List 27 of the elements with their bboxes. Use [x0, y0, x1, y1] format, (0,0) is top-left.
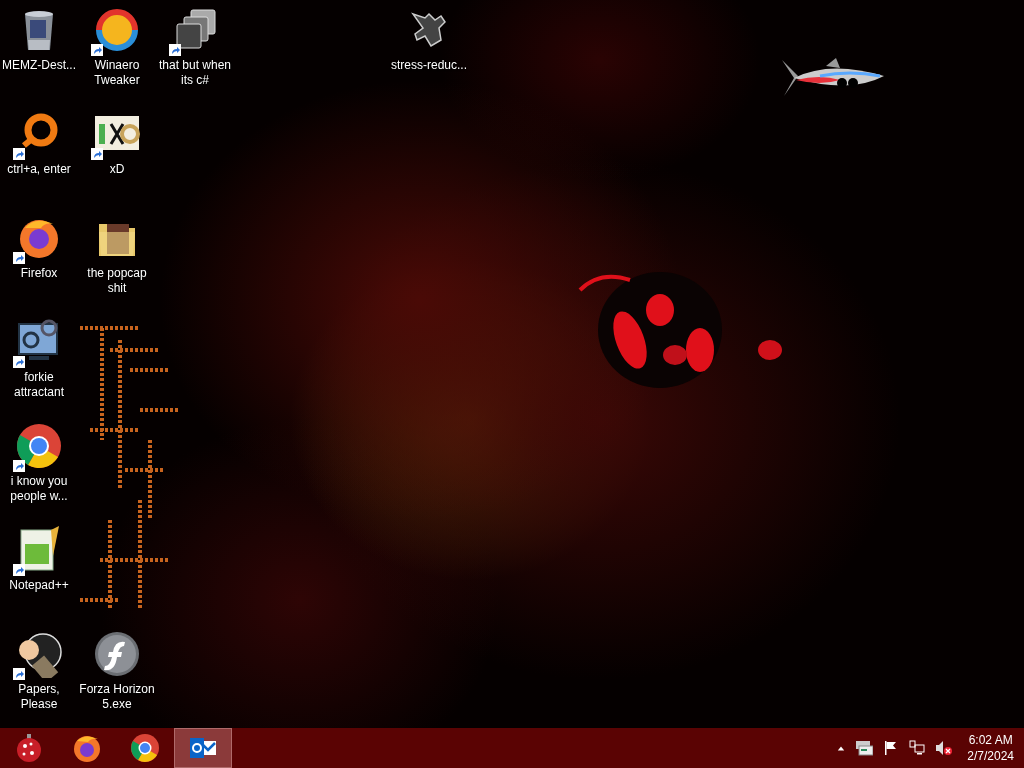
envelope-stack-icon[interactable] [855, 740, 874, 756]
icon-label[interactable]: Firefox [20, 266, 58, 281]
chrome-icon [130, 733, 160, 763]
speaker-muted-icon[interactable] [935, 740, 954, 756]
ornament-icon [14, 733, 44, 763]
icon-label[interactable]: Winaero Tweaker [78, 58, 156, 88]
icon-label[interactable]: ctrl+a, enter [7, 162, 71, 177]
clock-time: 6:02 AM [967, 732, 1014, 748]
taskbar-button[interactable] [174, 728, 232, 768]
icon-label[interactable]: xD [109, 162, 125, 177]
icon-label[interactable]: the popcap shit [78, 266, 156, 296]
swirl-icon [93, 6, 141, 54]
clock-date: 2/7/2024 [967, 748, 1014, 764]
icon-label[interactable]: Forza Horizon 5.exe [78, 682, 156, 712]
flash-icon [93, 630, 141, 678]
icon-label[interactable]: Papers, Please [0, 682, 78, 712]
icon-label[interactable]: forkie attractant [0, 370, 78, 400]
icon-label[interactable]: that but when its c# [156, 58, 234, 88]
firefox-icon [72, 733, 102, 763]
network-icon[interactable] [909, 740, 926, 756]
clock[interactable]: 6:02 AM 2/7/2024 [961, 728, 1024, 768]
chrome-icon [15, 422, 63, 470]
icon-label[interactable]: stress-reduc... [391, 58, 467, 73]
icon-label[interactable]: MEMZ-Dest... [2, 58, 76, 73]
chevron-up-icon[interactable] [837, 744, 846, 752]
icon-label[interactable]: Notepad++ [9, 578, 69, 593]
icon-label[interactable]: i know you people w... [0, 474, 78, 504]
